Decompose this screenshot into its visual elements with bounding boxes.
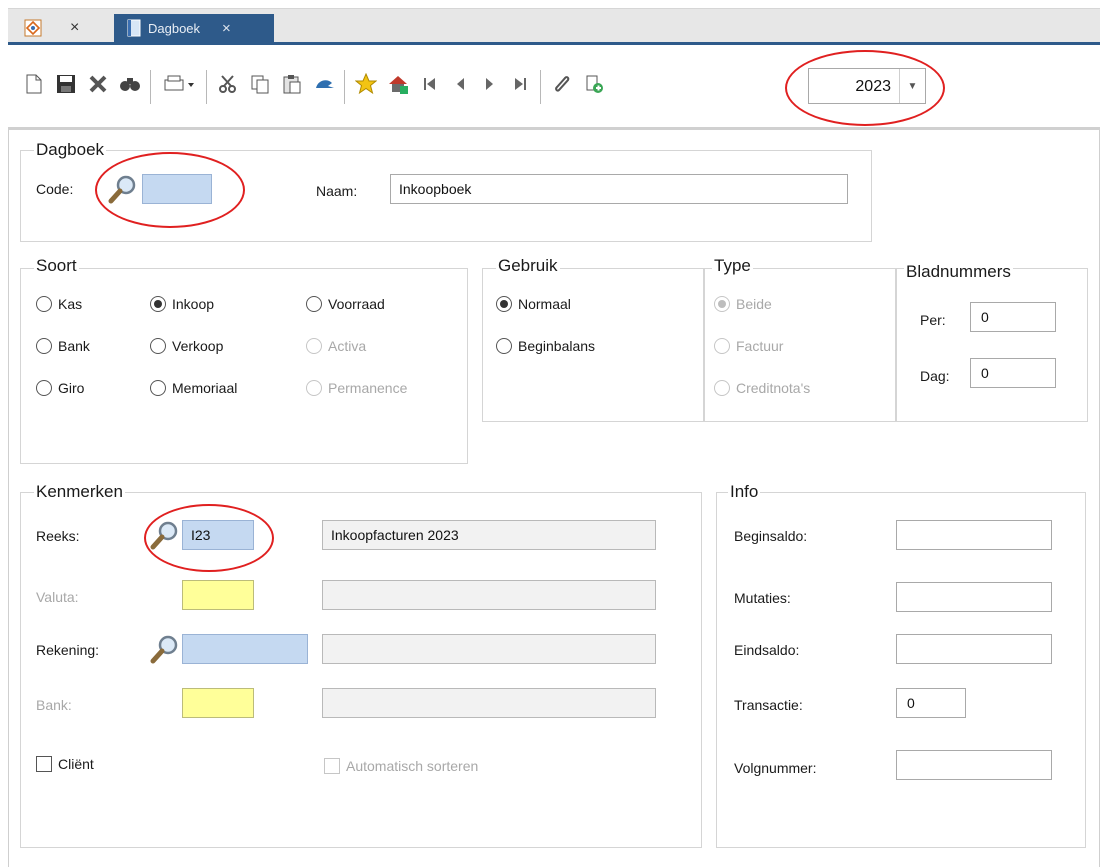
bank-label: Bank: — [36, 697, 72, 713]
app-logo-icon — [24, 19, 42, 37]
tab-dagboek-title: Dagboek — [148, 20, 201, 36]
dag-label: Dag: — [920, 368, 950, 384]
bank-input[interactable] — [182, 688, 254, 718]
radio-bank[interactable]: Bank — [36, 338, 90, 354]
radio-memoriaal[interactable]: Memoriaal — [150, 380, 237, 396]
highlight-circle — [785, 50, 945, 126]
highlight-circle — [144, 504, 274, 572]
find-icon[interactable] — [116, 64, 144, 104]
bladnummers-group — [896, 268, 1088, 422]
beginsaldo-input[interactable] — [896, 520, 1052, 550]
client-checkbox[interactable]: Cliënt — [36, 756, 94, 772]
kenmerken-legend: Kenmerken — [34, 482, 125, 502]
mutaties-label: Mutaties: — [734, 590, 791, 606]
new-icon[interactable] — [20, 64, 48, 104]
soort-group — [20, 268, 468, 464]
radio-kas[interactable]: Kas — [36, 296, 82, 312]
tab-dagboek-close-icon[interactable]: × — [222, 20, 231, 37]
reeks-description: Inkoopfacturen 2023 — [322, 520, 656, 550]
gebruik-legend: Gebruik — [496, 256, 560, 276]
delete-icon[interactable] — [84, 64, 112, 104]
per-label: Per: — [920, 312, 946, 328]
rekening-input[interactable] — [182, 634, 308, 664]
attach-icon[interactable] — [548, 64, 576, 104]
naam-label: Naam: — [316, 183, 358, 199]
radio-permanence: Permanence — [306, 380, 407, 396]
naam-input[interactable]: Inkoopboek — [390, 174, 848, 204]
rekening-description — [322, 634, 656, 664]
radio-factuur: Factuur — [714, 338, 783, 354]
bank-description — [322, 688, 656, 718]
valuta-description — [322, 580, 656, 610]
transactie-label: Transactie: — [734, 697, 803, 713]
valuta-label: Valuta: — [36, 589, 79, 605]
book-icon — [127, 19, 141, 37]
radio-giro[interactable]: Giro — [36, 380, 84, 396]
volgnummer-label: Volgnummer: — [734, 760, 817, 776]
search-icon[interactable] — [150, 634, 180, 664]
dag-input[interactable]: 0 — [970, 358, 1056, 388]
radio-verkoop[interactable]: Verkoop — [150, 338, 223, 354]
print-icon[interactable] — [160, 64, 200, 104]
toolbar-separator — [344, 70, 345, 104]
radio-voorraad[interactable]: Voorraad — [306, 296, 385, 312]
soort-legend: Soort — [34, 256, 79, 276]
tab-home-close-icon[interactable]: × — [70, 19, 79, 37]
radio-beide: Beide — [714, 296, 772, 312]
radio-beginbalans[interactable]: Beginbalans — [496, 338, 595, 354]
mutaties-input[interactable] — [896, 582, 1052, 612]
type-legend: Type — [712, 256, 753, 276]
valuta-input[interactable] — [182, 580, 254, 610]
autosort-checkbox: Automatisch sorteren — [324, 758, 478, 774]
copy-icon[interactable] — [246, 64, 274, 104]
reeks-label: Reeks: — [36, 528, 80, 544]
beginsaldo-label: Beginsaldo: — [734, 528, 808, 544]
rekening-label: Rekening: — [36, 642, 100, 658]
transactie-input[interactable]: 0 — [896, 688, 966, 718]
info-legend: Info — [728, 482, 761, 502]
toolbar-separator — [540, 70, 541, 104]
code-label: Code: — [36, 181, 74, 197]
tab-dagboek[interactable]: Dagboek × — [114, 14, 274, 42]
home-add-icon[interactable] — [384, 64, 412, 104]
export-icon[interactable] — [580, 64, 608, 104]
prev-icon[interactable] — [446, 64, 474, 104]
eindsaldo-label: Eindsaldo: — [734, 642, 800, 658]
undo-icon[interactable] — [310, 64, 338, 104]
radio-creditnotas: Creditnota's — [714, 380, 810, 396]
favorite-icon[interactable] — [352, 64, 380, 104]
dagboek-legend: Dagboek — [34, 140, 107, 160]
toolbar-separator — [150, 70, 151, 104]
next-icon[interactable] — [476, 64, 504, 104]
save-icon[interactable] — [52, 64, 80, 104]
radio-normaal[interactable]: Normaal — [496, 296, 571, 312]
radio-activa: Activa — [306, 338, 366, 354]
per-input[interactable]: 0 — [970, 302, 1056, 332]
first-icon[interactable] — [416, 64, 444, 104]
toolbar-separator — [206, 70, 207, 104]
radio-inkoop[interactable]: Inkoop — [150, 296, 214, 312]
highlight-circle — [95, 152, 245, 228]
volgnummer-input[interactable] — [896, 750, 1052, 780]
tab-home[interactable]: × — [22, 14, 114, 42]
last-icon[interactable] — [506, 64, 534, 104]
paste-icon[interactable] — [278, 64, 306, 104]
eindsaldo-input[interactable] — [896, 634, 1052, 664]
cut-icon[interactable] — [214, 64, 242, 104]
bladnummers-legend: Bladnummers — [904, 262, 1013, 282]
